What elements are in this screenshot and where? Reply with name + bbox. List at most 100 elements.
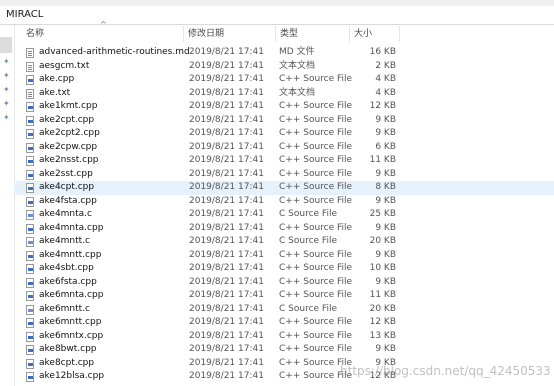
file-row[interactable]: ake4cpt.cpp 2019/8/21 17:41 C++ Source Fil… (14, 181, 554, 195)
file-row[interactable]: advanced-arithmetic-routines.md 2019/8/21… (14, 46, 554, 60)
file-name: ake1kmt.cpp (39, 101, 98, 111)
file-type: C++ Source File (279, 101, 353, 111)
file-size: 10 KB (369, 263, 396, 273)
file-size: 9 KB (375, 114, 396, 125)
file-row[interactable]: ake1kmt.cpp 2019/8/21 17:41 C++ Source Fil… (14, 100, 554, 114)
file-date: 2019/8/21 17:41 (189, 47, 264, 57)
file-row[interactable]: ake6fsta.cpp 2019/8/21 17:41 C++ Source Fi… (14, 276, 554, 290)
file-name: ake6fsta.cpp (39, 276, 97, 287)
text-file-icon (26, 61, 34, 72)
cpp-source-file-icon (26, 156, 34, 166)
file-row[interactable]: aesgcm.txt 2019/8/21 17:41 文本文档 2 KB (14, 60, 554, 74)
file-size: 6 KB (375, 141, 396, 152)
file-row[interactable]: ake6mntt.c 2019/8/21 17:41 C Source File 20… (14, 303, 554, 317)
file-date: 2019/8/21 17:41 (189, 128, 264, 138)
cpp-source-file-icon (26, 169, 34, 180)
column-header-type[interactable]: 类型 (276, 26, 350, 42)
file-row[interactable]: ake4mntt.c 2019/8/21 17:41 C Source File 20… (14, 235, 554, 249)
file-size: 20 KB (369, 236, 396, 246)
file-size: 12 KB (369, 101, 396, 111)
pin-icon[interactable]: ✦ (3, 71, 11, 81)
file-date: 2019/8/21 17:41 (189, 303, 264, 314)
file-size: 2 KB (375, 60, 396, 71)
file-size: 9 KB (375, 249, 396, 260)
file-size: 8 KB (375, 182, 396, 192)
file-row[interactable]: ake4mnta.c 2019/8/21 17:41 C Source File 25… (14, 208, 554, 222)
text-file-icon (26, 48, 34, 58)
file-type: C++ Source File (279, 276, 353, 287)
file-row[interactable]: ake.txt 2019/8/21 17:41 文本文档 4 KB (14, 87, 554, 101)
file-size: 16 KB (369, 47, 396, 57)
cpp-source-file-icon (26, 250, 34, 261)
file-name: ake4fsta.cpp (39, 195, 97, 206)
pin-icon[interactable]: ✦ (3, 113, 11, 123)
file-date: 2019/8/21 17:41 (189, 141, 264, 152)
cpp-source-file-icon (26, 223, 34, 234)
file-size: 20 KB (369, 303, 396, 314)
file-date: 2019/8/21 17:41 (189, 236, 264, 246)
file-row[interactable]: ake2cpw.cpp 2019/8/21 17:41 C++ Source Fil… (14, 141, 554, 155)
file-date: 2019/8/21 17:41 (189, 87, 264, 98)
c-source-file-icon (26, 210, 34, 220)
column-header-size[interactable]: 大小 (350, 26, 400, 42)
file-date: 2019/8/21 17:41 (189, 263, 264, 273)
file-row[interactable]: ake6mntt.cpp 2019/8/21 17:41 C++ Source Fi… (14, 316, 554, 330)
file-size: 12 KB (369, 317, 396, 327)
file-name: ake2cpw.cpp (39, 141, 98, 152)
file-date: 2019/8/21 17:41 (189, 357, 264, 368)
file-row[interactable]: ake4fsta.cpp 2019/8/21 17:41 C++ Source Fi… (14, 195, 554, 209)
file-type: C++ Source File (279, 168, 353, 179)
file-date: 2019/8/21 17:41 (189, 317, 264, 327)
pin-icon[interactable]: ✦ (3, 85, 11, 95)
file-date: 2019/8/21 17:41 (189, 114, 264, 125)
file-date: 2019/8/21 17:41 (189, 168, 264, 179)
file-row[interactable]: ake.cpp 2019/8/21 17:41 C++ Source File 4 K… (14, 73, 554, 87)
cpp-source-file-icon (26, 358, 34, 369)
file-date: 2019/8/21 17:41 (189, 290, 264, 300)
file-type: C++ Source File (279, 249, 353, 260)
file-row[interactable]: ake6mnta.cpp 2019/8/21 17:41 C++ Source Fi… (14, 289, 554, 303)
file-row[interactable]: ake4sbt.cpp 2019/8/21 17:41 C++ Source Fil… (14, 262, 554, 276)
nav-scrollbar-thumb[interactable] (0, 37, 12, 53)
file-name: ake12blsa.cpp (39, 371, 105, 381)
file-name: ake6mntx.cpp (39, 330, 104, 341)
file-date: 2019/8/21 17:41 (189, 74, 264, 84)
file-row[interactable]: ake2cpt2.cpp 2019/8/21 17:41 C++ Source Fi… (14, 127, 554, 141)
file-type: C++ Source File (279, 317, 353, 327)
column-header-date[interactable]: 修改日期 (184, 26, 276, 42)
file-size: 9 KB (375, 222, 396, 233)
column-header-name[interactable]: 名称 (22, 26, 184, 42)
file-size: 13 KB (369, 330, 396, 341)
address-bar[interactable]: MIRACL (0, 6, 554, 25)
cpp-source-file-icon (26, 142, 34, 153)
pin-icon[interactable]: ✦ (3, 99, 11, 109)
file-type: C++ Source File (279, 155, 353, 165)
file-type: C++ Source File (279, 114, 353, 125)
file-name: ake4mntt.c (39, 236, 91, 246)
file-size: 4 KB (375, 74, 396, 84)
file-name: ake6mntt.c (39, 303, 91, 314)
pin-icon[interactable]: ✦ (3, 57, 11, 67)
cpp-source-file-icon (26, 102, 34, 112)
file-row[interactable]: ake6mntx.cpp 2019/8/21 17:41 C++ Source Fi… (14, 330, 554, 344)
file-date: 2019/8/21 17:41 (189, 344, 264, 354)
file-row[interactable]: ake2sst.cpp 2019/8/21 17:41 C++ Source Fil… (14, 168, 554, 182)
file-size: 9 KB (375, 168, 396, 179)
file-size: 11 KB (369, 290, 396, 300)
file-name: ake8cpt.cpp (39, 357, 95, 368)
file-list: advanced-arithmetic-routines.md 2019/8/21… (14, 46, 554, 384)
cpp-source-file-icon (26, 115, 34, 126)
file-name: ake6mntt.cpp (39, 317, 102, 327)
file-date: 2019/8/21 17:41 (189, 249, 264, 260)
file-name: ake.cpp (39, 74, 75, 84)
file-row[interactable]: ake8bwt.cpp 2019/8/21 17:41 C++ Source Fil… (14, 343, 554, 357)
file-row[interactable]: ake4mntt.cpp 2019/8/21 17:41 C++ Source Fi… (14, 249, 554, 263)
file-row[interactable]: ake4mnta.cpp 2019/8/21 17:41 C++ Source Fi… (14, 222, 554, 236)
file-row[interactable]: ake2cpt.cpp 2019/8/21 17:41 C++ Source Fil… (14, 114, 554, 128)
file-row[interactable]: ake2nsst.cpp 2019/8/21 17:41 C++ Source Fi… (14, 154, 554, 168)
c-source-file-icon (26, 304, 34, 315)
file-date: 2019/8/21 17:41 (189, 222, 264, 233)
file-type: C Source File (279, 236, 337, 246)
file-date: 2019/8/21 17:41 (189, 182, 264, 192)
file-date: 2019/8/21 17:41 (189, 60, 264, 71)
